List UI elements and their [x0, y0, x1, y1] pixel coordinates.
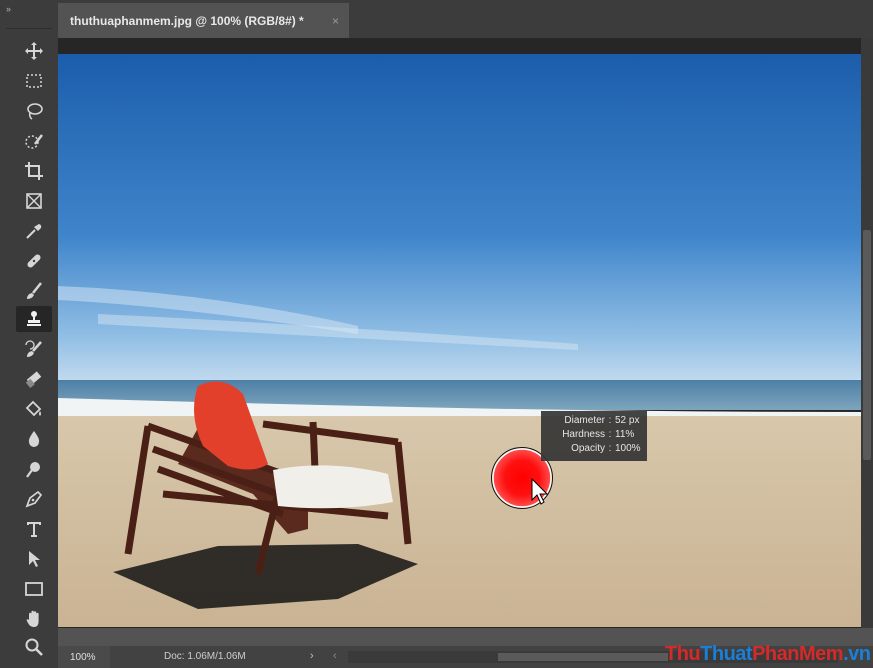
type-tool-icon[interactable] — [16, 516, 52, 542]
scroll-left-icon[interactable]: ‹ — [333, 650, 337, 662]
horizontal-scroll-thumb[interactable] — [498, 653, 668, 661]
vertical-scroll-thumb[interactable] — [863, 230, 871, 460]
path-selection-icon[interactable] — [16, 546, 52, 572]
clone-stamp-icon[interactable] — [16, 306, 52, 332]
close-tab-icon[interactable]: × — [332, 14, 339, 28]
tools-panel: ›› — [0, 0, 58, 668]
hud-opacity-value: 100% — [615, 443, 641, 454]
document-size-info: Doc: 1.06M/1.06M — [164, 651, 246, 662]
crop-tool-icon[interactable] — [16, 158, 52, 184]
hud-opacity-label: Opacity — [571, 443, 605, 454]
rectangle-tool-icon[interactable] — [16, 576, 52, 602]
marquee-tool-icon[interactable] — [16, 68, 52, 94]
hud-separator: : — [608, 429, 612, 440]
eraser-tool-icon[interactable] — [16, 366, 52, 392]
hud-hardness-value: 11% — [615, 429, 635, 440]
history-brush-icon[interactable] — [16, 336, 52, 362]
vertical-scrollbar[interactable] — [861, 38, 873, 628]
brush-tool-icon[interactable] — [16, 278, 52, 304]
watermark-part-vn: .vn — [843, 643, 871, 665]
zoom-tool-icon[interactable] — [16, 634, 52, 660]
eyedropper-tool-icon[interactable] — [16, 218, 52, 244]
beach-photo[interactable] — [58, 54, 861, 627]
frame-tool-icon[interactable] — [16, 188, 52, 214]
hud-diameter-label: Diameter — [564, 415, 605, 426]
panel-collapse-grip[interactable]: ›› — [6, 4, 52, 29]
hand-tool-icon[interactable] — [16, 606, 52, 632]
brush-info-hud: Diameter:52 px Hardness:11% Opacity:100% — [541, 411, 647, 461]
document-tab-bar: thuthuaphanmem.jpg @ 100% (RGB/8#) * × — [58, 0, 873, 39]
hud-diameter-value: 52 px — [615, 415, 640, 426]
hud-separator: : — [608, 415, 612, 426]
hud-hardness-label: Hardness — [562, 429, 605, 440]
hud-separator: : — [608, 443, 612, 454]
watermark-part-phanmem: PhanMem — [752, 643, 844, 665]
lasso-tool-icon[interactable] — [16, 98, 52, 124]
canvas-area[interactable] — [58, 38, 873, 628]
site-watermark: ThuThuatPhanMem.vn — [665, 643, 871, 666]
blur-tool-icon[interactable] — [16, 426, 52, 452]
move-tool-icon[interactable] — [16, 38, 52, 64]
watermark-part-thuat: Thuat — [700, 643, 753, 665]
zoom-level-field[interactable]: 100% — [58, 646, 110, 668]
quick-select-tool-icon[interactable] — [16, 128, 52, 154]
paint-bucket-icon[interactable] — [16, 396, 52, 422]
document-tab[interactable]: thuthuaphanmem.jpg @ 100% (RGB/8#) * × — [58, 3, 349, 38]
pen-tool-icon[interactable] — [16, 486, 52, 512]
document-tab-title: thuthuaphanmem.jpg @ 100% (RGB/8#) * — [70, 13, 304, 28]
status-menu-arrow-icon[interactable]: › — [310, 650, 314, 662]
dodge-tool-icon[interactable] — [16, 456, 52, 482]
watermark-part-thu: Thu — [665, 643, 701, 665]
healing-brush-icon[interactable] — [16, 248, 52, 274]
